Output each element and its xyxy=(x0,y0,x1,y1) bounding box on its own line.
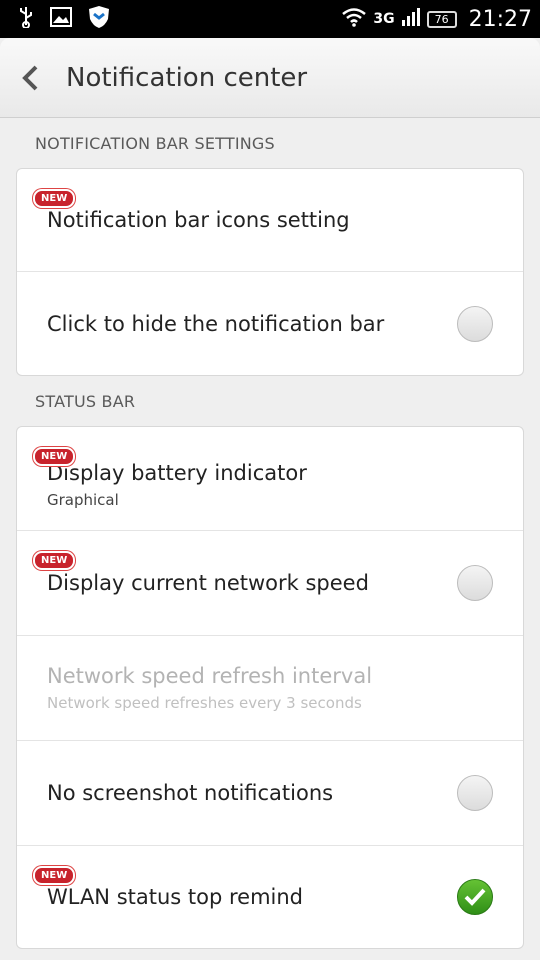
network-speed-row[interactable]: NEW Display current network speed xyxy=(17,530,523,635)
back-arrow-icon[interactable] xyxy=(0,38,60,118)
wifi-icon xyxy=(341,7,367,31)
hide-notification-bar-checkbox[interactable] xyxy=(457,305,493,342)
checkmark-icon xyxy=(464,888,486,906)
app-header: Notification center xyxy=(0,38,540,118)
new-badge: NEW xyxy=(33,551,76,570)
row-title: WLAN status top remind xyxy=(47,885,304,909)
no-screenshot-notifications-checkbox[interactable] xyxy=(457,775,493,811)
page-title: Notification center xyxy=(66,62,308,93)
signal-icon xyxy=(401,8,421,30)
no-screenshot-notifications-row[interactable]: No screenshot notifications xyxy=(17,740,523,845)
notification-bar-icons-setting-row[interactable]: NEW Notification bar icons setting xyxy=(17,169,523,271)
row-title: Network speed refresh interval xyxy=(47,664,373,688)
row-subtitle: Network speed refreshes every 3 seconds xyxy=(47,694,362,712)
network-type-label: 3G xyxy=(373,11,395,27)
network-speed-checkbox[interactable] xyxy=(457,565,493,601)
row-subtitle: Graphical xyxy=(47,490,119,509)
status-bar: 3G 76 21:27 xyxy=(0,0,540,38)
network-speed-interval-row: Network speed refresh interval Network s… xyxy=(17,635,523,740)
section-header-status-bar: STATUS BAR xyxy=(35,391,136,411)
wlan-status-remind-checkbox[interactable] xyxy=(457,879,493,915)
wlan-status-remind-row[interactable]: NEW WLAN status top remind xyxy=(17,845,523,948)
shield-icon xyxy=(88,5,110,33)
row-title: Display current network speed xyxy=(47,571,369,595)
battery-icon: 76 xyxy=(426,10,457,28)
new-badge: NEW xyxy=(33,189,76,208)
new-badge: NEW xyxy=(33,447,76,466)
clock: 21:27 xyxy=(468,6,532,32)
row-title: No screenshot notifications xyxy=(47,781,334,805)
notification-bar-settings-card: NEW Notification bar icons setting Click… xyxy=(16,168,524,376)
image-icon xyxy=(50,7,72,31)
status-bar-card: NEW Display battery indicator Graphical … xyxy=(16,426,524,949)
new-badge: NEW xyxy=(33,866,76,885)
row-title: Display battery indicator xyxy=(47,460,307,485)
row-title: Click to hide the notification bar xyxy=(47,311,385,336)
battery-indicator-row[interactable]: NEW Display battery indicator Graphical xyxy=(17,427,523,530)
row-title: Notification bar icons setting xyxy=(47,208,350,232)
section-header-notification-bar: NOTIFICATION BAR SETTINGS xyxy=(35,133,275,153)
usb-icon xyxy=(18,6,34,32)
hide-notification-bar-row[interactable]: Click to hide the notification bar xyxy=(17,271,523,375)
